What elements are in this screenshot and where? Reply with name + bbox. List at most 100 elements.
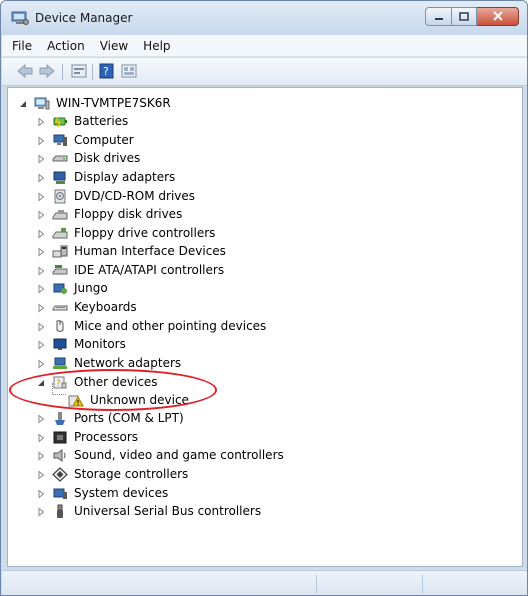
- port-icon: [52, 411, 68, 426]
- tree-node-label: Floppy disk drives: [74, 207, 183, 221]
- tree-node-label: Disk drives: [74, 151, 141, 165]
- tree-node-label: Unknown device: [90, 393, 189, 407]
- usb-icon: [52, 504, 68, 519]
- collapsed-arrow-icon[interactable]: [36, 339, 46, 350]
- tree-node-mice[interactable]: Mice and other pointing devices: [36, 317, 266, 335]
- minimize-button[interactable]: [425, 7, 452, 26]
- tree-node-label: DVD/CD-ROM drives: [74, 189, 196, 203]
- tree-node-label: Network adapters: [74, 356, 182, 370]
- close-button[interactable]: [477, 7, 519, 26]
- close-icon: [492, 10, 503, 24]
- processor-icon: [52, 430, 68, 445]
- svg-text:?: ?: [56, 379, 61, 389]
- menu-help[interactable]: Help: [143, 39, 170, 53]
- collapsed-arrow-icon[interactable]: [36, 450, 46, 461]
- tree-node-label: Jungo: [74, 281, 108, 295]
- tree-node-usb-controllers[interactable]: Universal Serial Bus controllers: [36, 502, 261, 520]
- title-bar[interactable]: Device Manager: [1, 1, 527, 35]
- jungo-icon: [52, 281, 68, 296]
- hid-icon: [52, 244, 68, 259]
- back-arrow-icon[interactable]: [16, 63, 34, 79]
- maximize-button[interactable]: [452, 7, 477, 26]
- toolbar: ?: [2, 58, 527, 86]
- tree-node-human-interface-devices[interactable]: Human Interface Devices: [36, 242, 226, 260]
- collapsed-arrow-icon[interactable]: [36, 191, 46, 202]
- network-adapter-icon: [52, 356, 68, 371]
- menu-view[interactable]: View: [100, 39, 128, 53]
- collapsed-arrow-icon[interactable]: [36, 209, 46, 220]
- tree-node-label: Computer: [74, 133, 134, 147]
- status-bar-divider: [316, 575, 317, 593]
- tree-node-system-devices[interactable]: System devices: [36, 484, 168, 502]
- collapsed-arrow-icon[interactable]: [36, 116, 46, 127]
- tree-node-processors[interactable]: Processors: [36, 428, 138, 446]
- tree-node-network-adapters[interactable]: Network adapters: [36, 354, 181, 372]
- tree-node-ports[interactable]: Ports (COM & LPT): [36, 409, 184, 427]
- collapsed-arrow-icon[interactable]: [36, 506, 46, 517]
- collapsed-arrow-icon[interactable]: [36, 246, 46, 257]
- collapsed-arrow-icon[interactable]: [36, 135, 46, 146]
- caption-buttons: [425, 7, 519, 27]
- tree-node-ide-controllers[interactable]: IDE ATA/ATAPI controllers: [36, 261, 224, 279]
- view-icon[interactable]: [120, 63, 138, 79]
- tree-node-sound-controllers[interactable]: Sound, video and game controllers: [36, 446, 284, 464]
- collapsed-arrow-icon[interactable]: [36, 302, 46, 313]
- tree-node-unknown-device[interactable]: Unknown device: [68, 391, 189, 409]
- collapsed-arrow-icon[interactable]: [36, 228, 46, 239]
- tree-node-keyboards[interactable]: Keyboards: [36, 298, 137, 316]
- device-manager-icon: [11, 10, 29, 26]
- properties-icon[interactable]: [70, 63, 88, 79]
- expanded-arrow-icon[interactable]: [18, 98, 28, 108]
- keyboard-icon: [52, 300, 68, 315]
- sound-icon: [52, 448, 68, 463]
- tree-node-floppy-drive-controllers[interactable]: Floppy drive controllers: [36, 224, 215, 242]
- dvd-drive-icon: [52, 189, 68, 204]
- computer-icon: [52, 133, 68, 148]
- unknown-device-warning-icon: [68, 393, 84, 408]
- collapsed-arrow-icon[interactable]: [36, 358, 46, 369]
- tree-node-disk-drives[interactable]: Disk drives: [36, 149, 140, 167]
- collapsed-arrow-icon[interactable]: [36, 172, 46, 183]
- tree-node-other-devices[interactable]: ? Other devices: [36, 373, 158, 391]
- floppy-controller-icon: [52, 226, 68, 241]
- tree-connector: [52, 394, 66, 395]
- collapsed-arrow-icon[interactable]: [36, 413, 46, 424]
- collapsed-arrow-icon[interactable]: [36, 283, 46, 294]
- tree-node-dvd-drives[interactable]: DVD/CD-ROM drives: [36, 187, 195, 205]
- tree-root[interactable]: WIN-TVMTPE7SK6R: [18, 94, 171, 112]
- tree-node-label: Batteries: [74, 114, 129, 128]
- tree-node-batteries[interactable]: Batteries: [36, 112, 128, 130]
- collapsed-arrow-icon[interactable]: [36, 469, 46, 480]
- toolbar-separator: [92, 64, 93, 80]
- expanded-arrow-icon[interactable]: [36, 377, 46, 387]
- menu-bar: File Action View Help: [2, 35, 527, 57]
- menu-action[interactable]: Action: [47, 39, 85, 53]
- computer-name: WIN-TVMTPE7SK6R: [56, 96, 171, 110]
- floppy-disk-icon: [52, 207, 68, 222]
- menu-file[interactable]: File: [12, 39, 32, 53]
- tree-node-jungo[interactable]: Jungo: [36, 279, 108, 297]
- collapsed-arrow-icon[interactable]: [36, 153, 46, 164]
- collapsed-arrow-icon[interactable]: [36, 488, 46, 499]
- tree-node-storage-controllers[interactable]: Storage controllers: [36, 465, 188, 483]
- tree-node-label: Universal Serial Bus controllers: [74, 504, 262, 518]
- status-bar-divider: [422, 575, 423, 593]
- window-title: Device Manager: [35, 11, 133, 25]
- forward-arrow-icon[interactable]: [38, 63, 56, 79]
- tree-node-label: Display adapters: [74, 170, 176, 184]
- collapsed-arrow-icon[interactable]: [36, 321, 46, 332]
- tree-node-floppy-disk-drives[interactable]: Floppy disk drives: [36, 205, 182, 223]
- collapsed-arrow-icon[interactable]: [36, 265, 46, 276]
- tree-node-label: Mice and other pointing devices: [74, 319, 267, 333]
- tree-node-label: Storage controllers: [74, 467, 189, 481]
- help-icon[interactable]: ?: [98, 63, 116, 79]
- tree-node-label: Ports (COM & LPT): [74, 411, 184, 425]
- tree-node-label: Monitors: [74, 337, 126, 351]
- monitor-icon: [52, 337, 68, 352]
- computer-root-icon: [34, 96, 50, 111]
- tree-node-computer[interactable]: Computer: [36, 131, 134, 149]
- tree-node-display-adapters[interactable]: Display adapters: [36, 168, 175, 186]
- display-adapter-icon: [52, 170, 68, 185]
- tree-node-monitors[interactable]: Monitors: [36, 335, 126, 353]
- collapsed-arrow-icon[interactable]: [36, 432, 46, 443]
